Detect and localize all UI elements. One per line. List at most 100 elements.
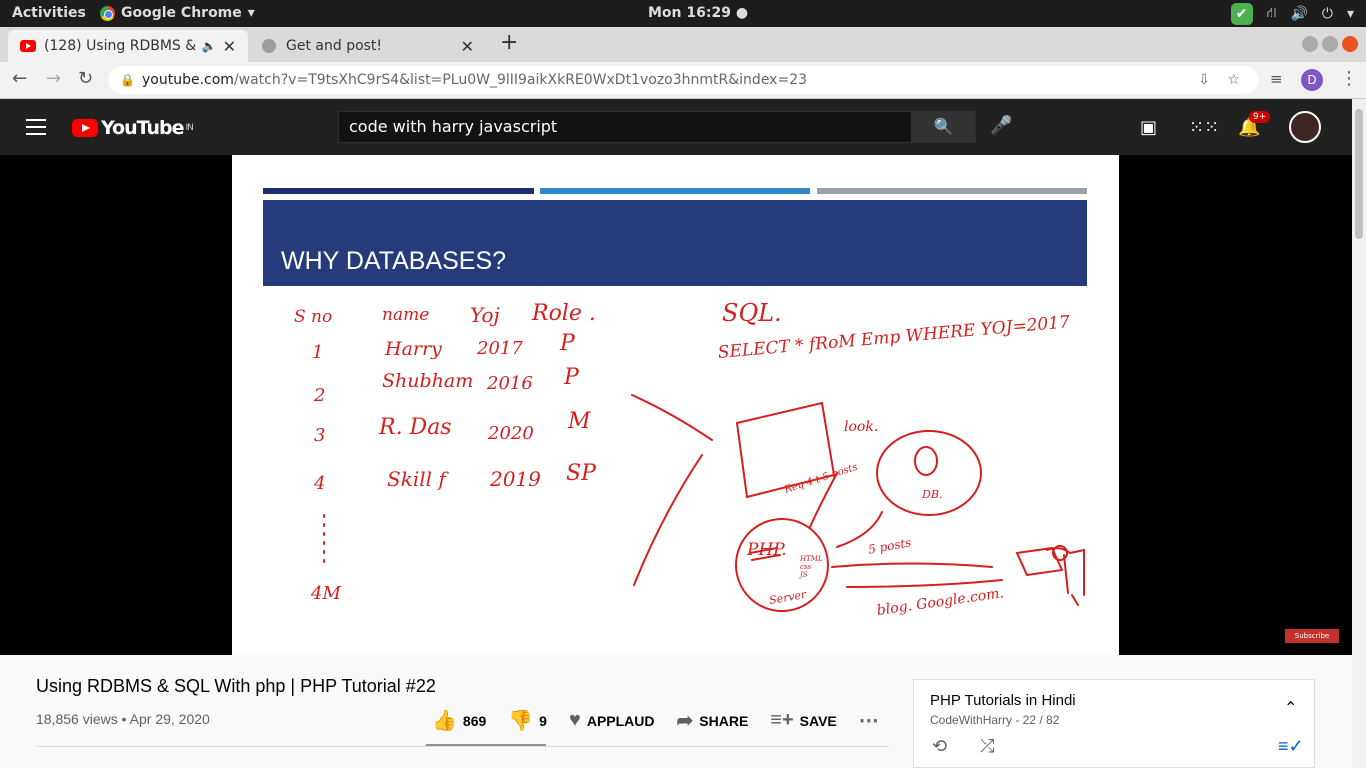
media-controls-icon[interactable]: ≡ (1270, 70, 1283, 88)
volume-icon: 🔊 (1290, 6, 1308, 22)
tab-youtube[interactable]: (128) Using RDBMS & S 🔈 ✕ (8, 30, 248, 62)
os-top-bar: Activities Google Chrome ▾ Mon 16:29 ● ✔… (0, 0, 1366, 27)
url-path: /watch?v=T9tsXhC9rS4&list=PLu0W_9lII9aik… (233, 72, 808, 88)
video-meta: 18,856 views • Apr 29, 2020 (36, 711, 210, 727)
video-player[interactable]: WHY DATABASES? S no name Yoj Role . 1 Ha… (0, 155, 1352, 655)
update-check-icon[interactable]: ✔ (1230, 3, 1253, 25)
video-actions: 👍 869 👎 9 ♥ APPLAUD ➦ SHARE ≡+ SAVE ⋯ (432, 708, 901, 733)
tab-get-and-post[interactable]: Get and post! ✕ (250, 30, 486, 62)
upload-date: Apr 29, 2020 (129, 711, 210, 727)
hw-php-circle (735, 518, 829, 612)
hw-arrow-line (809, 472, 838, 528)
more-actions-button[interactable]: ⋯ (859, 708, 879, 733)
reload-icon[interactable]: ↻ (78, 68, 93, 89)
loop-icon[interactable]: ⟲ (932, 736, 947, 757)
clock-text: Mon 16:29 (648, 5, 731, 21)
video-frame-slide: WHY DATABASES? S no name Yoj Role . 1 Ha… (232, 155, 1119, 655)
browser-toolbar: ← → ↻ 🔒 youtube.com/watch?v=T9tsXhC9rS4&… (0, 62, 1366, 99)
add-to-playlist-icon: ≡+ (770, 709, 794, 731)
applaud-button[interactable]: ♥ APPLAUD (569, 709, 655, 732)
minimize-button[interactable] (1302, 36, 1318, 52)
dislike-button[interactable]: 👎 9 (508, 708, 547, 733)
audio-playing-icon[interactable]: 🔈 (202, 39, 217, 53)
save-button[interactable]: ≡+ SAVE (770, 709, 836, 732)
chevron-up-icon[interactable]: ⌃ (1284, 698, 1297, 718)
playlist-save-icon[interactable]: ≡✓ (1278, 736, 1304, 757)
network-icon: ⛙ (1266, 5, 1277, 21)
activities-button[interactable]: Activities (12, 5, 86, 21)
address-bar[interactable]: 🔒 youtube.com/watch?v=T9tsXhC9rS4&list=P… (108, 66, 1258, 94)
app-name: Google Chrome (121, 5, 242, 21)
share-icon: ➦ (676, 710, 694, 732)
install-icon[interactable]: ⇩ (1198, 66, 1210, 94)
shuffle-icon[interactable]: ⤮ (980, 736, 994, 757)
hw-drawings (323, 394, 1085, 612)
hamburger-menu-icon[interactable] (26, 119, 46, 135)
hw-arrow-line (836, 511, 883, 548)
apps-grid-icon[interactable]: ⁙⁙ (1189, 117, 1219, 138)
hw-arrow-line (846, 579, 1003, 588)
tab-strip: (128) Using RDBMS & S 🔈 ✕ Get and post! … (0, 27, 1366, 62)
page-scrollbar[interactable] (1352, 99, 1366, 768)
subscribe-watermark[interactable]: Subscribe (1285, 629, 1339, 643)
hw-browser-box (735, 401, 836, 499)
new-tab-button[interactable]: + (500, 30, 518, 55)
create-video-icon[interactable]: ▣ (1140, 117, 1157, 138)
hw-arrow-line (831, 562, 993, 568)
globe-icon (262, 39, 276, 53)
applaud-label: APPLAUD (586, 712, 655, 729)
profile-avatar[interactable]: D (1301, 69, 1323, 91)
more-horiz-icon: ⋯ (858, 710, 879, 732)
notification-badge: 9+ (1249, 111, 1271, 123)
hw-php-lines (749, 547, 781, 561)
youtube-logo[interactable]: YouTube IN (72, 117, 194, 139)
region-code: IN (185, 123, 193, 133)
playlist-title[interactable]: PHP Tutorials in Hindi (930, 692, 1076, 709)
scrollbar-thumb[interactable] (1355, 109, 1363, 239)
forward-arrow-icon[interactable]: → (46, 68, 61, 89)
share-button[interactable]: ➦ SHARE (677, 708, 749, 733)
kebab-menu-icon[interactable]: ⋮ (1340, 68, 1358, 89)
save-label: SAVE (799, 712, 837, 729)
chrome-icon (100, 5, 115, 21)
youtube-logo-text: YouTube (101, 117, 184, 139)
playlist-subtitle: CodeWithHarry - 22 / 82 (930, 713, 1060, 727)
lock-icon[interactable]: 🔒 (120, 66, 135, 94)
applaud-icon: ♥ (568, 709, 581, 731)
video-title: Using RDBMS & SQL With php | PHP Tutoria… (36, 676, 436, 696)
hw-db-circle (876, 430, 982, 516)
thumbs-down-icon: 👎 (508, 710, 534, 732)
clock[interactable]: Mon 16:29 ● (648, 5, 748, 21)
app-menu[interactable]: Google Chrome ▾ (100, 5, 255, 21)
user-avatar[interactable] (1289, 111, 1321, 143)
youtube-play-icon (72, 119, 98, 137)
tab-title: (128) Using RDBMS & S (44, 38, 196, 54)
search-button[interactable]: 🔍 (911, 111, 976, 143)
view-count: 18,856 views (36, 711, 118, 727)
search-icon: 🔍 (933, 117, 954, 136)
close-window-button[interactable] (1342, 36, 1358, 52)
close-tab-icon[interactable]: ✕ (223, 37, 236, 56)
microphone-icon[interactable]: 🎤 (990, 115, 1012, 136)
dislike-count: 9 (539, 712, 547, 729)
thumbs-up-icon: 👍 (432, 710, 457, 732)
power-icon: ⏻ (1321, 6, 1333, 22)
youtube-header: YouTube IN code with harry javascript 🔍 … (0, 99, 1352, 155)
chevron-down-icon: ▾ (1346, 6, 1354, 22)
chevron-down-icon: ▾ (247, 5, 255, 21)
star-icon[interactable]: ☆ (1227, 66, 1240, 94)
search-input[interactable]: code with harry javascript (338, 111, 912, 143)
url-host: youtube.com (142, 72, 234, 88)
system-tray[interactable]: ✔ ⛙ 🔊 ⏻ ▾ (1230, 3, 1354, 25)
like-button[interactable]: 👍 869 (432, 708, 486, 733)
tab-title: Get and post! (286, 38, 383, 54)
back-arrow-icon[interactable]: ← (12, 68, 27, 89)
share-label: SHARE (699, 712, 749, 729)
divider (36, 746, 889, 747)
hw-db-cylinder (914, 446, 938, 476)
window-controls (1302, 36, 1358, 52)
maximize-button[interactable] (1322, 36, 1338, 52)
hw-arrow-line (631, 394, 713, 441)
close-tab-icon[interactable]: ✕ (461, 37, 474, 56)
playlist-panel: PHP Tutorials in Hindi CodeWithHarry - 2… (913, 679, 1315, 768)
